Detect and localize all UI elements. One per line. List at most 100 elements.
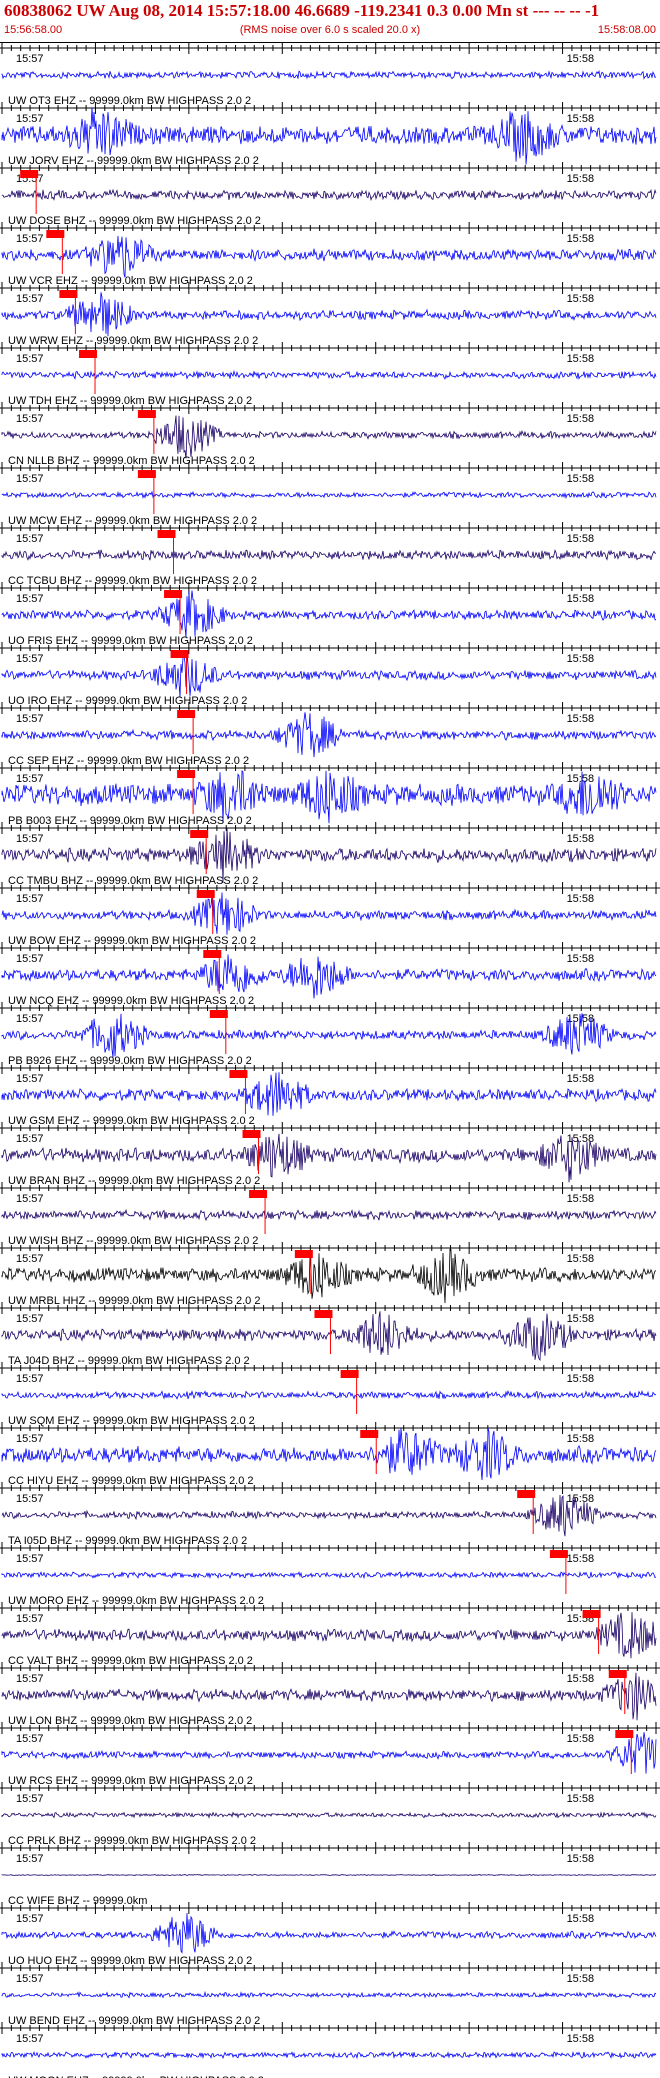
- trace-row: 15:5715:58UW MOON EHZ -- 99999.0km BW HI…: [0, 2022, 660, 2078]
- trace-row: 15:57 15:58CC VALT BHZ -- 99999.0km BW HI…: [0, 1602, 660, 1667]
- pick-marker: [79, 350, 98, 358]
- minute-label-left: 15:57: [16, 1373, 44, 1385]
- minute-label-right: 15:58: [567, 1433, 595, 1445]
- minute-label-left: 15:57: [16, 1673, 44, 1685]
- pick-marker: [157, 530, 176, 538]
- waveform: [1, 1732, 657, 1774]
- trace-row: 15:57 15:58CC HIYU EHZ -- 99999.0km BW HI…: [0, 1422, 660, 1487]
- pick-marker: [59, 290, 78, 298]
- waveform: [1, 712, 657, 758]
- station-label: UW TDH EHZ -- 99999.0km BW HIGHPASS 2.0 …: [8, 395, 252, 407]
- waveform: [1, 1913, 657, 1954]
- station-label: UO IRO EHZ -- 99999.0km BW HIGHPASS 2.0 …: [8, 695, 247, 707]
- trace-row: 15:57 15:58 UW VCR EHZ -- 99999.0km BW HIG…: [0, 222, 660, 287]
- rms-note: (RMS noise over 6.0 s scaled 20.0 x): [239, 24, 421, 36]
- minute-label-right: 15:58: [567, 1673, 595, 1685]
- trace-row: 15:57 15:58 UW OT3 EHZ -- 99999.0km BW HIG…: [0, 42, 660, 107]
- minute-label-left: 15:57: [16, 353, 44, 365]
- waveform: [1, 1570, 657, 1580]
- waveform: [1, 1208, 657, 1222]
- trace-row: 15:57 15:58 UO HUO EHZ -- 99999.0km BW HIG…: [0, 1902, 660, 1967]
- minute-label-left: 15:57: [16, 833, 44, 845]
- waveform: [1, 1672, 657, 1721]
- minute-label-left: 15:57: [16, 413, 44, 425]
- trace-row: 15:57 15:58 UW RCS EHZ -- 99999.0km BW HIG…: [0, 1722, 660, 1787]
- station-label: UW RCS EHZ -- 99999.0km BW HIGHPASS 2.0 …: [8, 1775, 253, 1787]
- minute-label-right: 15:58: [567, 113, 595, 125]
- minute-label-right: 15:58: [567, 833, 595, 845]
- minute-label-left: 15:57: [16, 53, 44, 65]
- pick-marker: [314, 1310, 333, 1318]
- minute-label-left: 15:57: [16, 953, 44, 965]
- trace-row: 15:57 15:58 UW TDH EHZ -- 99999.0km BW HIG…: [0, 342, 660, 407]
- pick-marker: [209, 1010, 228, 1018]
- seismogram-page: 60838062 UW Aug 08, 2014 15:57:18.00 46.…: [0, 0, 660, 2078]
- minute-label-right: 15:58: [567, 1553, 595, 1565]
- trace-row: 15:57 15:58UW WISH BHZ -- 99999.0km BW HI…: [0, 1182, 660, 1247]
- minute-label-left: 15:57: [16, 1913, 44, 1925]
- station-label: UW GSM EHZ -- 99999.0km BW HIGHPASS 2.0 …: [8, 1115, 255, 1127]
- minute-label-right: 15:58: [567, 533, 595, 545]
- trace-row: 15:57 15:58UW WRW EHZ -- 99999.0km BW HIG…: [0, 282, 660, 347]
- minute-label-left: 15:57: [16, 1553, 44, 1565]
- minute-label-left: 15:57: [16, 473, 44, 485]
- waveform: [1, 590, 657, 638]
- waveform: [1, 1990, 657, 1999]
- pick-marker: [137, 470, 156, 478]
- minute-label-right: 15:58: [567, 1853, 595, 1865]
- minute-label-left: 15:57: [16, 773, 44, 785]
- waveform: [1, 1873, 657, 1877]
- minute-label-left: 15:57: [16, 1973, 44, 1985]
- trace-row: 15:57 15:58UW DOSE BHZ -- 99999.0km BW HI…: [0, 162, 660, 227]
- minute-label-left: 15:57: [16, 1193, 44, 1205]
- minute-label-left: 15:57: [16, 1073, 44, 1085]
- station-label: CC WIFE BHZ -- 99999.0km: [8, 1895, 147, 1907]
- minute-label-right: 15:58: [567, 893, 595, 905]
- station-label: UW BEND EHZ -- 99999.0km BW HIGHPASS 2.0…: [8, 2015, 260, 2027]
- minute-label-right: 15:58: [567, 1793, 595, 1805]
- waveform: [1, 1811, 657, 1819]
- waveform: [1, 954, 657, 999]
- minute-label-right: 15:58: [567, 2033, 595, 2045]
- pick-marker: [340, 1370, 359, 1378]
- pick-marker: [249, 1190, 268, 1198]
- waveform: [1, 490, 657, 500]
- minute-label-right: 15:58: [567, 413, 595, 425]
- trace-row: 15:57 15:58 CN NLLB BHZ -- 99999.0km BW HI…: [0, 402, 660, 467]
- pick-marker: [177, 710, 196, 718]
- minute-label-left: 15:57: [16, 533, 44, 545]
- minute-label-right: 15:58: [567, 1733, 595, 1745]
- waveform: [1, 415, 657, 459]
- minute-label-left: 15:57: [16, 1013, 44, 1025]
- trace-row: 15:57 15:58 UW BOW EHZ -- 99999.0km BW HIG…: [0, 882, 660, 947]
- trace-row: 15:57 15:58CC TCBU BHZ -- 99999.0km BW HI…: [0, 522, 660, 587]
- station-label: CN NLLB BHZ -- 99999.0km BW HIGHPASS 2.0…: [8, 455, 255, 467]
- waveform: [1, 1428, 657, 1481]
- pick-marker: [190, 830, 209, 838]
- waveform: [1, 1311, 657, 1361]
- minute-label-left: 15:57: [16, 2033, 44, 2045]
- trace-row: 15:57 15:58 UW MORO EHZ -- 99999.0km BW HI…: [0, 1542, 660, 1607]
- pick-marker: [615, 1730, 634, 1738]
- minute-label-left: 15:57: [16, 1853, 44, 1865]
- trace-row: 15:57 15:58 UW SQM EHZ -- 99999.0km BW HIG…: [0, 1362, 660, 1427]
- waveform: [1, 1013, 657, 1058]
- trace-row: 15:57 15:58 UW MRBL HHZ -- 99999.0km BW HI…: [0, 1242, 660, 1307]
- window-start-time: 15:56:58.00: [4, 24, 63, 36]
- trace-row: 15:57 15:58 UW BEND EHZ -- 99999.0km BW HI…: [0, 1962, 660, 2027]
- minute-label-left: 15:57: [16, 233, 44, 245]
- minute-label-right: 15:58: [567, 1073, 595, 1085]
- trace-row: 15:57 15:58UW NCQ EHZ -- 99999.0km BW HIG…: [0, 942, 660, 1007]
- trace-row: 15:57 15:58UW BRAN BHZ -- 99999.0km BW HI…: [0, 1122, 660, 1187]
- station-label: UW MRBL HHZ -- 99999.0km BW HIGHPASS 2.0…: [8, 1295, 260, 1307]
- minute-label-right: 15:58: [567, 1913, 595, 1925]
- trace-row: 15:57 15:58PB B926 EHZ -- 99999.0km BW HI…: [0, 1002, 660, 1067]
- minute-label-left: 15:57: [16, 893, 44, 905]
- station-label: UW JORV EHZ -- 99999.0km BW HIGHPASS 2.0…: [8, 155, 259, 167]
- minute-label-left: 15:57: [16, 1433, 44, 1445]
- pick-marker: [137, 410, 156, 418]
- pick-marker: [294, 1250, 313, 1258]
- waveform: [1, 2050, 657, 2060]
- station-label: UW DOSE BHZ -- 99999.0km BW HIGHPASS 2.0…: [8, 215, 261, 227]
- waveform: [1, 292, 657, 337]
